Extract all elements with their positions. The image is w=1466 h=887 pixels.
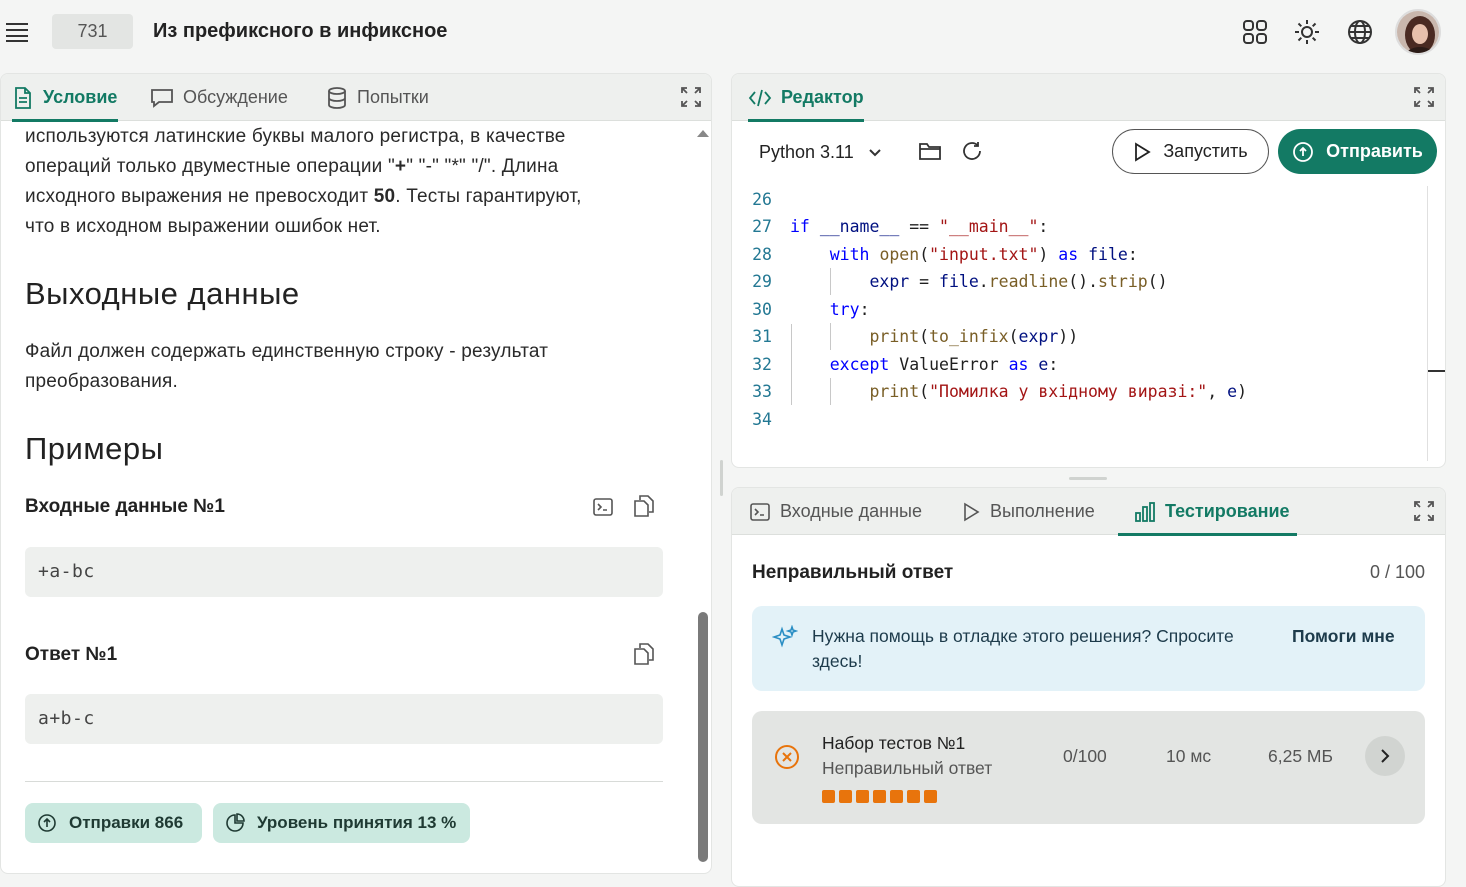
tab-execution[interactable]: Выполнение bbox=[961, 488, 1095, 535]
test-set-status: Неправильный ответ bbox=[822, 758, 993, 778]
code-line: 27 if __name__ == "__main__": bbox=[752, 217, 1049, 236]
failed-test-dot[interactable] bbox=[890, 790, 903, 803]
comment-icon bbox=[151, 88, 173, 108]
tab-testing[interactable]: Тестирование bbox=[1118, 488, 1297, 536]
vertical-splitter[interactable] bbox=[720, 460, 723, 496]
chevron-down-icon bbox=[869, 148, 881, 156]
menu-icon[interactable] bbox=[5, 22, 29, 42]
failed-test-dot[interactable] bbox=[822, 790, 835, 803]
expand-icon[interactable] bbox=[1413, 500, 1435, 522]
test-set-memory: 6,25 МБ bbox=[1268, 746, 1333, 766]
tab-editor[interactable]: Редактор bbox=[748, 74, 864, 122]
testing-panel: Входные данные Выполнение Тестирование Н… bbox=[731, 487, 1446, 887]
editor-scrollbar[interactable] bbox=[1427, 186, 1428, 461]
editor-scroll-marker bbox=[1428, 370, 1445, 372]
failed-test-dot[interactable] bbox=[856, 790, 869, 803]
terminal-icon[interactable] bbox=[592, 496, 614, 520]
example-input-value: +a-bc bbox=[25, 547, 663, 597]
chevron-right-icon bbox=[1381, 749, 1390, 763]
tab-attempts[interactable]: Попытки bbox=[326, 74, 429, 121]
scrollbar-thumb[interactable] bbox=[698, 612, 708, 862]
failed-test-dot[interactable] bbox=[924, 790, 937, 803]
examples-heading: Примеры bbox=[25, 431, 164, 466]
bar-chart-icon bbox=[1135, 501, 1155, 522]
result-score: 0 / 100 bbox=[1369, 562, 1425, 582]
failed-test-dot[interactable] bbox=[873, 790, 886, 803]
language-globe-icon[interactable] bbox=[1347, 19, 1373, 45]
folder-icon[interactable] bbox=[918, 140, 944, 166]
output-text: Файл должен содержать единственную строк… bbox=[25, 341, 549, 392]
code-line: 33 print("Помилка у вхідному виразі:", e… bbox=[752, 382, 1247, 401]
ai-help-banner: Нужна помощь в отладке этого решения? Сп… bbox=[752, 606, 1425, 691]
test-set-row[interactable]: Набор тестов №1 Неправильный ответ 0/100… bbox=[752, 711, 1425, 824]
submissions-chip[interactable]: Отправки 866 bbox=[25, 803, 202, 843]
terminal-icon bbox=[750, 502, 770, 521]
run-button[interactable]: Запустить bbox=[1112, 129, 1269, 174]
copy-icon[interactable] bbox=[633, 642, 655, 666]
reset-icon[interactable] bbox=[961, 140, 987, 166]
editor-tabs: Редактор bbox=[732, 74, 1445, 122]
page-title: Из префиксного в инфиксное bbox=[153, 20, 448, 42]
example-input-label: Входные данные №1 bbox=[25, 496, 225, 517]
test-set-score: 0/100 bbox=[1063, 746, 1107, 766]
sparkle-icon bbox=[772, 625, 798, 648]
tab-input-data[interactable]: Входные данные bbox=[749, 488, 922, 535]
document-icon bbox=[15, 86, 31, 109]
test-set-time: 10 мс bbox=[1166, 746, 1212, 766]
top-bar: 731 Из префиксного в инфиксное bbox=[0, 0, 1466, 64]
database-icon bbox=[328, 86, 346, 109]
test-set-title: Набор тестов №1 bbox=[822, 733, 966, 753]
expand-icon[interactable] bbox=[1413, 86, 1435, 108]
theme-sun-icon[interactable] bbox=[1294, 19, 1320, 45]
result-title: Неправильный ответ bbox=[752, 562, 954, 583]
tab-discussion[interactable]: Обсуждение bbox=[150, 74, 288, 121]
failed-test-dot[interactable] bbox=[839, 790, 852, 803]
code-icon bbox=[748, 89, 772, 106]
problem-tabs: Условие Обсуждение Попытки bbox=[1, 74, 711, 122]
test-results-dots bbox=[822, 790, 937, 803]
help-me-button[interactable]: Помоги мне bbox=[1292, 626, 1395, 647]
apps-grid-icon[interactable] bbox=[1242, 19, 1268, 45]
editor-panel: Редактор Python 3.11 Запустить Отправить… bbox=[731, 73, 1446, 468]
language-select[interactable]: Python 3.11 bbox=[759, 142, 882, 163]
tab-statement[interactable]: Условие bbox=[12, 74, 118, 122]
example-answer-value: a+b-c bbox=[25, 694, 663, 744]
acceptance-rate-chip[interactable]: Уровень принятия 13 % bbox=[213, 803, 470, 843]
user-avatar[interactable] bbox=[1395, 9, 1441, 55]
upload-circle-icon bbox=[1293, 141, 1314, 162]
output-heading: Выходные данные bbox=[25, 276, 300, 311]
code-line: 29 expr = file.readline().strip() bbox=[752, 272, 1168, 291]
statement-text: используются латинские буквы малого реги… bbox=[25, 126, 582, 237]
code-line: 26 bbox=[752, 190, 772, 209]
failed-test-dot[interactable] bbox=[907, 790, 920, 803]
copy-icon[interactable] bbox=[633, 494, 655, 518]
pie-chart-icon bbox=[226, 813, 245, 832]
horizontal-splitter[interactable] bbox=[1069, 477, 1107, 480]
problem-panel: Условие Обсуждение Попытки используются … bbox=[0, 73, 712, 874]
code-line: 28 with open("input.txt") as file: bbox=[752, 245, 1138, 264]
expand-icon[interactable] bbox=[680, 86, 702, 108]
problem-number-badge: 731 bbox=[52, 14, 133, 49]
upload-circle-icon bbox=[38, 814, 56, 832]
error-circle-icon bbox=[775, 745, 799, 769]
console-tabs: Входные данные Выполнение Тестирование bbox=[732, 488, 1445, 536]
code-line: 30 try: bbox=[752, 300, 870, 319]
help-text: Нужна помощь в отладке этого решения? Сп… bbox=[812, 626, 1234, 671]
example-answer-label: Ответ №1 bbox=[25, 644, 118, 665]
open-test-set-button[interactable] bbox=[1365, 736, 1405, 776]
submit-button[interactable]: Отправить bbox=[1278, 129, 1437, 174]
divider bbox=[25, 781, 663, 782]
code-line: 32 except ValueError as e: bbox=[752, 355, 1059, 374]
code-line: 31 print(to_infix(expr)) bbox=[752, 327, 1079, 346]
code-editor[interactable]: 26 27 if __name__ == "__main__": 28 with … bbox=[732, 186, 1427, 461]
code-line: 34 bbox=[752, 410, 772, 429]
play-icon bbox=[964, 502, 980, 521]
play-icon bbox=[1135, 141, 1152, 162]
